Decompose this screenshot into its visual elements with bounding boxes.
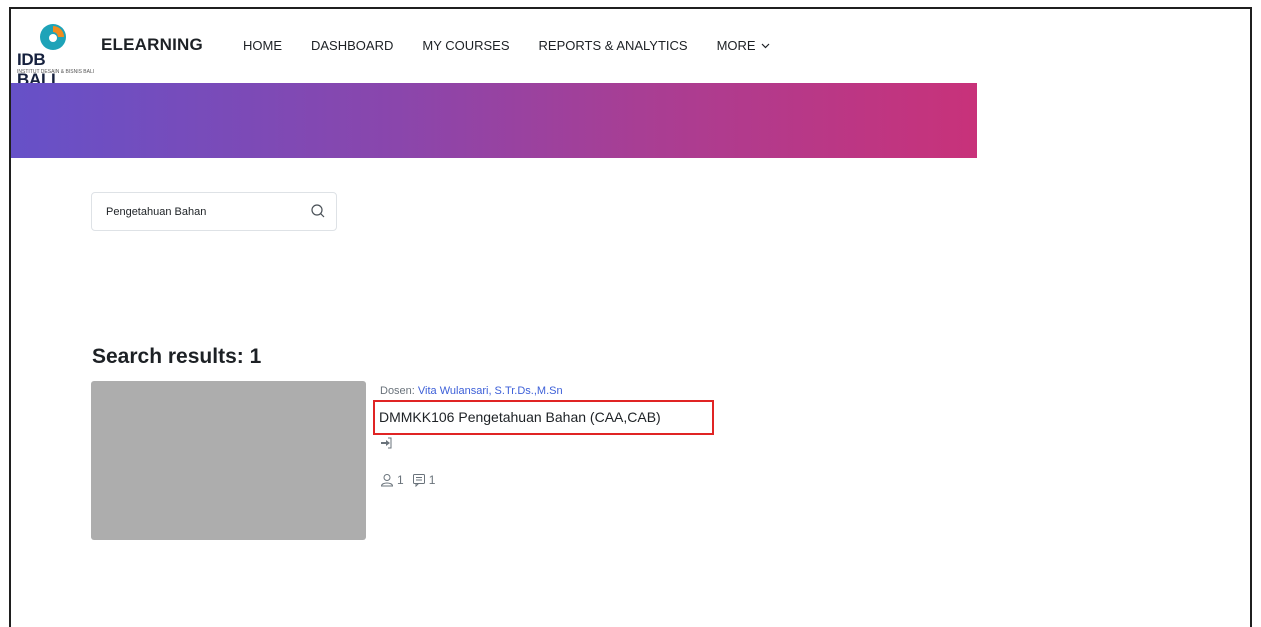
nav-item-label: MY COURSES: [422, 38, 510, 53]
forum-posts-icon: [412, 474, 425, 487]
nav-item-label: DASHBOARD: [311, 38, 394, 53]
logo-mark-icon: [40, 24, 66, 50]
sign-in-icon[interactable]: [380, 437, 392, 449]
course-teacher: Dosen: Vita Wulansari, S.Tr.Ds.,M.Sn: [380, 385, 563, 397]
nav-item-label: MORE: [716, 38, 756, 53]
search-input[interactable]: [106, 202, 296, 222]
participants-count: 1: [397, 473, 404, 487]
teacher-prefix: Dosen:: [380, 385, 415, 397]
nav-item-dashboard[interactable]: DASHBOARD: [311, 38, 393, 53]
nav-item-reports-analytics[interactable]: REPORTS & ANALYTICS: [539, 38, 688, 53]
navbar: IDB BALI INSTITUT DESAIN & BISNIS BALI E…: [11, 9, 1250, 89]
chevron-down-icon: [761, 43, 770, 49]
teacher-link[interactable]: Vita Wulansari, S.Tr.Ds.,M.Sn: [418, 385, 563, 397]
nav-item-label: REPORTS & ANALYTICS: [538, 38, 688, 53]
brand-name[interactable]: ELEARNING: [101, 35, 203, 55]
primary-nav: HOME DASHBOARD MY COURSES REPORTS & ANAL…: [243, 38, 799, 53]
nav-item-home[interactable]: HOME: [243, 38, 282, 53]
forum-posts-count: 1: [428, 473, 436, 487]
search-results-heading: Search results: 1: [92, 345, 262, 368]
course-stats: 1 1: [380, 473, 443, 487]
course-title-link[interactable]: DMMKK106 Pengetahuan Bahan (CAA,CAB): [379, 409, 661, 425]
course-search-box: [91, 192, 337, 231]
nav-item-my-courses[interactable]: MY COURSES: [422, 38, 509, 53]
nav-item-more[interactable]: MORE: [717, 38, 770, 53]
search-icon[interactable]: [310, 203, 326, 219]
site-logo[interactable]: IDB BALI INSTITUT DESAIN & BISNIS BALI: [15, 23, 94, 89]
page-header-banner: [11, 83, 977, 158]
logo-subtext: INSTITUT DESAIN & BISNIS BALI: [17, 69, 95, 75]
course-image[interactable]: [91, 381, 366, 540]
participants-icon: [380, 474, 394, 487]
nav-item-label: HOME: [243, 38, 282, 53]
